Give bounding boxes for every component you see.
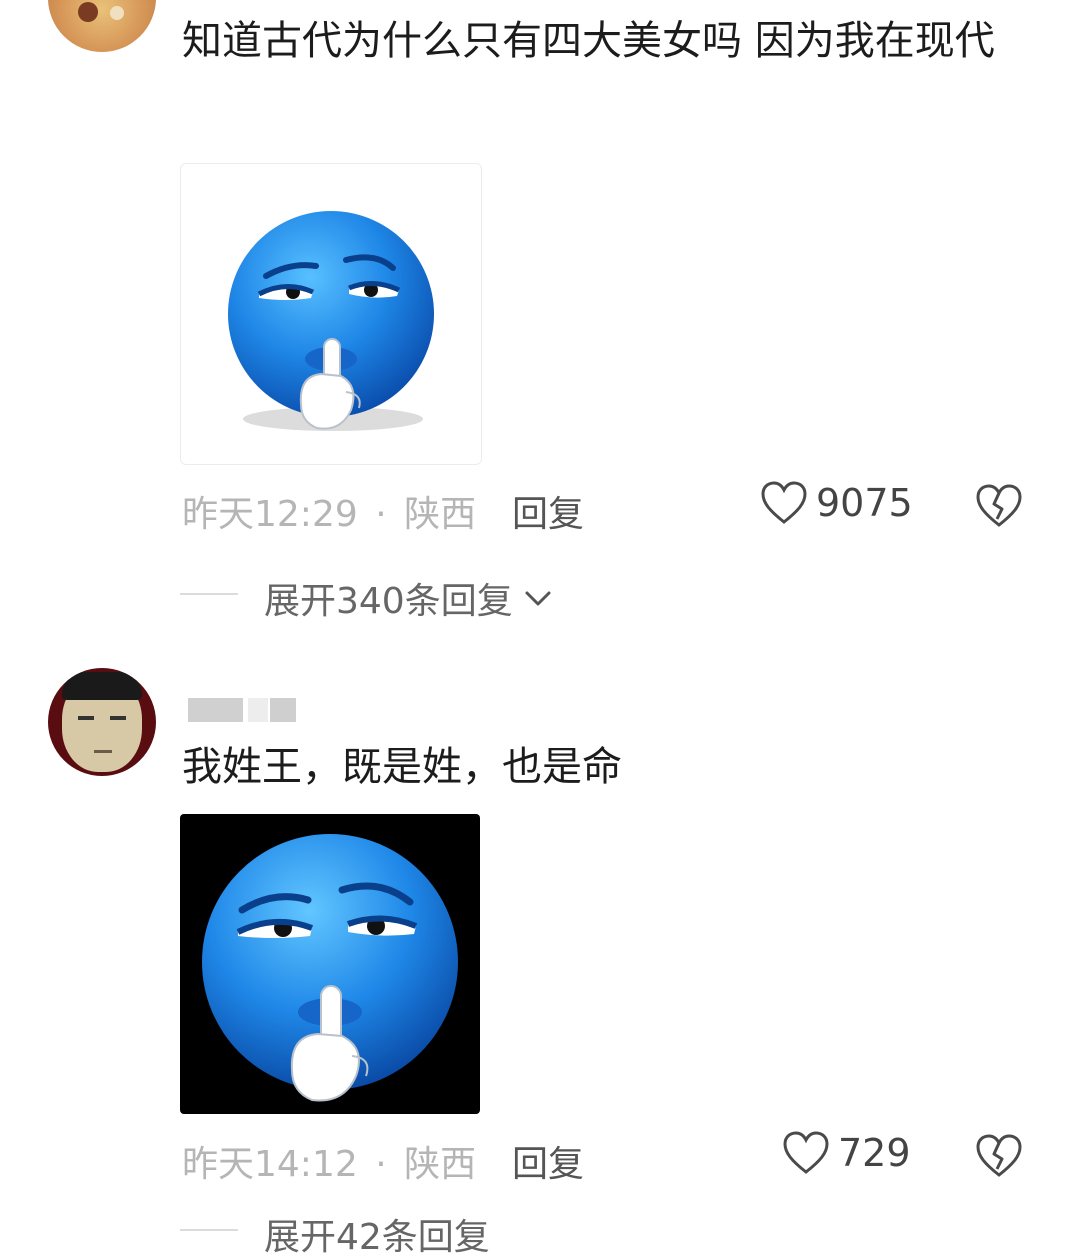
reply-button[interactable]: 回复 <box>512 1135 584 1187</box>
divider-line <box>180 593 238 595</box>
comment-meta: 昨天12:29 · 陕西 <box>182 485 476 537</box>
expand-replies-button[interactable]: 展开340条回复 <box>264 572 553 624</box>
broken-heart-icon <box>976 1134 1022 1177</box>
shush-emoji-icon <box>202 834 458 1102</box>
shush-emoji-icon <box>228 211 434 431</box>
like-count: 9075 <box>816 481 913 525</box>
comment-location: 陕西 <box>404 1144 477 1185</box>
heart-outline-icon <box>783 1131 829 1174</box>
chevron-down-icon <box>525 591 551 606</box>
meta-separator: · <box>375 494 387 535</box>
comment-time: 昨天12:29 <box>182 494 358 535</box>
reply-button[interactable]: 回复 <box>512 485 584 537</box>
heart-outline-icon <box>761 481 807 524</box>
comment-text: 知道古代为什么只有四大美女吗 因为我在现代 <box>182 18 995 64</box>
dislike-button[interactable] <box>975 483 1023 533</box>
comment-location: 陕西 <box>404 494 477 535</box>
like-button[interactable]: 729 <box>782 1130 911 1176</box>
broken-heart-icon <box>976 484 1022 527</box>
sticker-image[interactable] <box>180 814 480 1114</box>
meta-separator: · <box>375 1144 387 1185</box>
expand-replies-button[interactable]: 展开42条回复 <box>264 1208 490 1260</box>
sticker-image[interactable] <box>180 163 482 465</box>
avatar[interactable] <box>48 0 156 52</box>
comment-meta: 昨天14:12 · 陕西 <box>182 1135 476 1187</box>
expand-replies-label: 展开340条回复 <box>264 581 513 622</box>
comment-text: 我姓王，既是姓，也是命 <box>182 744 622 790</box>
expand-replies-label: 展开42条回复 <box>264 1217 490 1258</box>
like-button[interactable]: 9075 <box>760 480 913 526</box>
avatar[interactable] <box>48 668 156 776</box>
dislike-button[interactable] <box>975 1133 1023 1183</box>
like-count: 729 <box>838 1131 911 1175</box>
comment-time: 昨天14:12 <box>182 1144 358 1185</box>
